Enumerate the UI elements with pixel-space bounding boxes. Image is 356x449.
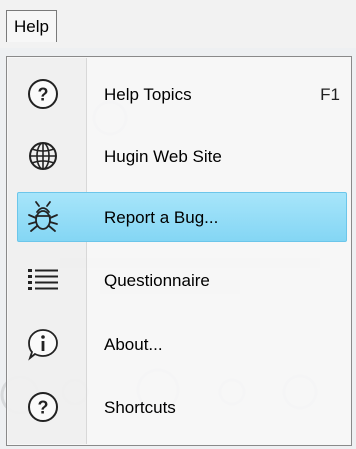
menu-item-shortcut: F1 [320, 85, 340, 104]
menu-item-label: Help Topics [104, 85, 192, 104]
list-icon [28, 269, 58, 290]
menu-bar: Help [0, 0, 356, 48]
bug-icon [28, 201, 58, 232]
menu-item-label: About... [104, 335, 163, 354]
help-icon: ? [28, 79, 58, 109]
menu-help[interactable]: Help [6, 10, 57, 42]
info-icon [28, 329, 58, 361]
menu-item-label: Shortcuts [104, 398, 176, 417]
svg-text:?: ? [38, 398, 49, 418]
svg-text:?: ? [38, 85, 49, 105]
menu-item-label: Hugin Web Site [104, 147, 222, 166]
menu-item-label: Report a Bug... [104, 208, 219, 227]
help-icon: ? [28, 392, 58, 422]
menu-item-questionnaire[interactable]: Questionnaire [17, 255, 347, 305]
help-dropdown-menu: ? Help Topics F1 Hugin Web Site Report a… [6, 56, 352, 446]
globe-icon [29, 142, 57, 170]
menu-item-about[interactable]: About... [17, 319, 347, 369]
menu-item-help-topics[interactable]: ? Help Topics F1 [17, 69, 347, 119]
menu-item-shortcuts[interactable]: ? Shortcuts [17, 382, 347, 432]
menu-item-report-a-bug[interactable]: Report a Bug... [17, 192, 347, 242]
menu-item-hugin-web-site[interactable]: Hugin Web Site [17, 131, 347, 181]
app-window: Help ? Help Topics F1 Hugin Web Site Rep… [0, 0, 356, 449]
menu-item-label: Questionnaire [104, 271, 210, 290]
